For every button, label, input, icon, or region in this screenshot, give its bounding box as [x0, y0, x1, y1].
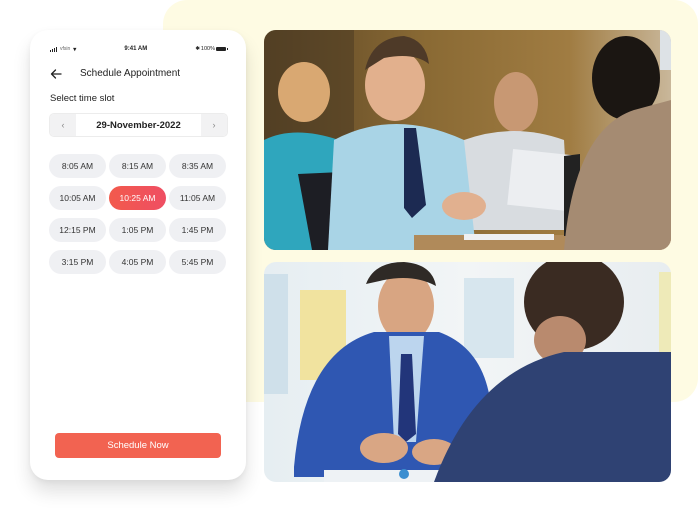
arrow-left-icon[interactable]: [50, 67, 62, 79]
meeting-photo: [264, 262, 671, 482]
page-title: Schedule Appointment: [80, 67, 181, 79]
time-slot[interactable]: 8:15 AM: [109, 154, 166, 178]
time-slot[interactable]: 12:15 PM: [49, 218, 106, 242]
app-header: Schedule Appointment: [50, 66, 180, 80]
selected-date: 29-November-2022: [96, 119, 181, 131]
time-slot[interactable]: 8:05 AM: [49, 154, 106, 178]
chevron-right-icon[interactable]: ›: [201, 114, 227, 136]
chevron-left-icon[interactable]: ‹: [50, 114, 76, 136]
time-slot-label: Select time slot: [50, 93, 115, 104]
interview-photo: [264, 30, 671, 250]
time-slot[interactable]: 11:05 AM: [169, 186, 226, 210]
time-slot[interactable]: 4:05 PM: [109, 250, 166, 274]
meeting-photo-illustration: [264, 262, 671, 482]
phone-mockup: vfsin ▾ 9:41 AM ✱ 100% Schedule Appointm…: [30, 30, 246, 480]
status-time: 9:41 AM: [124, 46, 148, 52]
time-slot[interactable]: 1:05 PM: [109, 218, 166, 242]
battery-icon: [216, 47, 228, 51]
time-slot[interactable]: 8:35 AM: [169, 154, 226, 178]
date-picker: ‹ 29-November-2022 ›: [49, 113, 228, 137]
signal-icon: [50, 46, 57, 52]
time-slot[interactable]: 10:05 AM: [49, 186, 106, 210]
wifi-icon: ▾: [73, 46, 77, 53]
time-slot[interactable]: 5:45 PM: [169, 250, 226, 274]
battery-percent: 100%: [200, 46, 215, 52]
schedule-now-button[interactable]: Schedule Now: [55, 433, 221, 458]
time-slot-selected[interactable]: 10:25 AM: [109, 186, 166, 210]
time-slot[interactable]: 1:45 PM: [169, 218, 226, 242]
time-slot-grid: 8:05 AM 8:15 AM 8:35 AM 10:05 AM 10:25 A…: [49, 154, 227, 274]
bluetooth-icon: ✱: [195, 46, 200, 52]
status-bar: vfsin ▾ 9:41 AM ✱ 100%: [50, 44, 228, 54]
carrier-name: vfsin: [60, 46, 71, 52]
interview-photo-illustration: [264, 30, 671, 250]
time-slot[interactable]: 3:15 PM: [49, 250, 106, 274]
